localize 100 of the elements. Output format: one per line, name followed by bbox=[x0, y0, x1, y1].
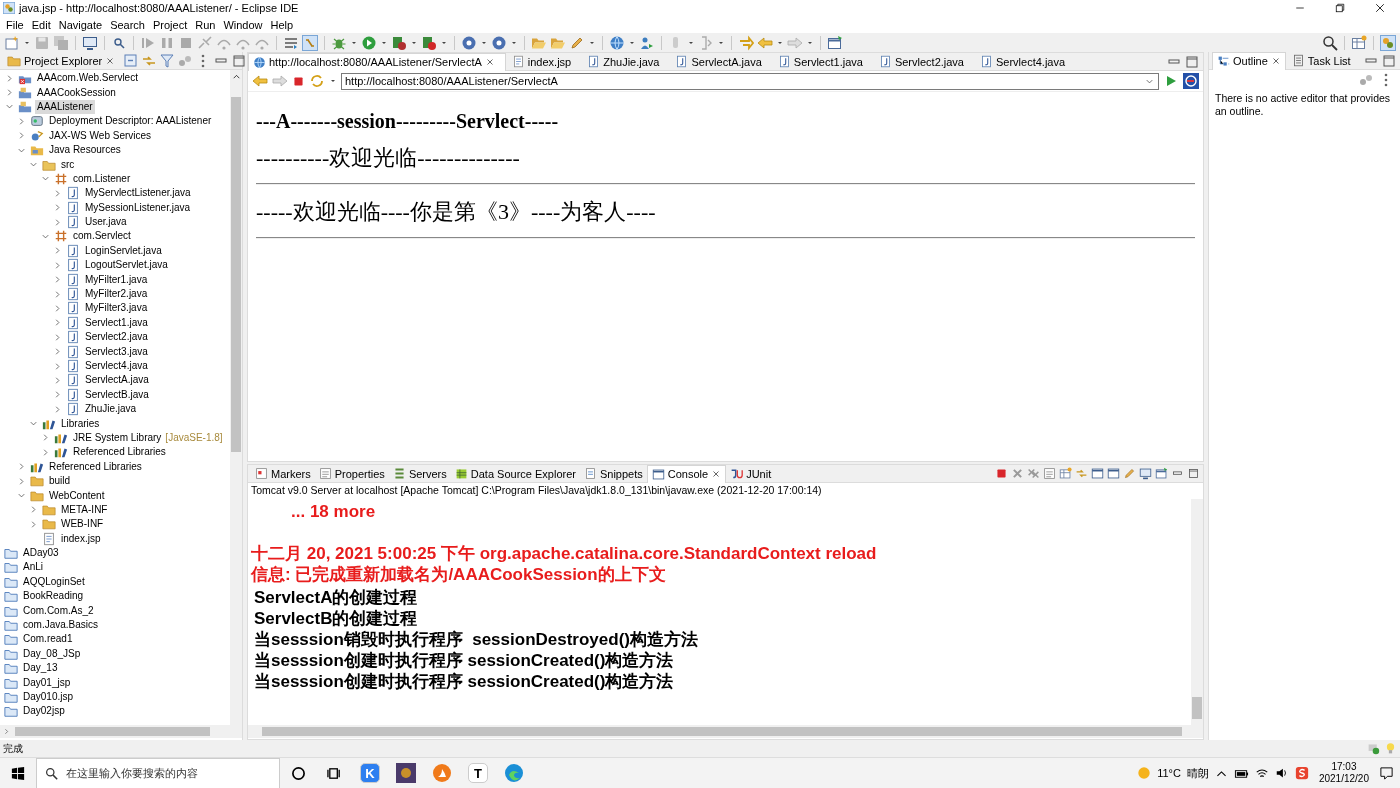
view-tab[interactable]: Snippets bbox=[579, 464, 647, 483]
menu-item[interactable]: Project bbox=[149, 18, 192, 31]
editor-tab[interactable]: http://localhost:8080/AAAListener/ServlectA bbox=[248, 52, 506, 71]
editor-tab[interactable]: ServlectA.java bbox=[671, 52, 772, 71]
menu-item[interactable]: Help bbox=[266, 18, 298, 31]
search-field[interactable]: 在这里输入你要搜索的内容 bbox=[36, 757, 280, 788]
tree-item[interactable]: com.Servlect bbox=[71, 229, 133, 244]
tree-item[interactable]: ServlectA.java bbox=[83, 373, 151, 388]
scrollbar[interactable] bbox=[248, 725, 1203, 738]
tree-item[interactable]: MyFilter3.java bbox=[83, 301, 150, 316]
tree-item[interactable]: META-INF bbox=[59, 502, 110, 517]
address-field[interactable]: http://localhost:8080/AAAListener/ServlectA bbox=[341, 72, 1159, 90]
tree-item[interactable]: Day_08_JSp bbox=[21, 646, 83, 661]
menu-item[interactable]: File bbox=[2, 18, 28, 31]
run-icon[interactable] bbox=[361, 34, 377, 51]
app-icon[interactable] bbox=[396, 763, 416, 783]
tree-item[interactable]: MyFilter1.java bbox=[83, 272, 150, 287]
circle-icon[interactable] bbox=[290, 765, 306, 781]
tree-item[interactable]: AnLi bbox=[21, 560, 45, 575]
menu-item[interactable]: Edit bbox=[27, 18, 55, 31]
editor-tab[interactable]: Servlect1.java bbox=[773, 52, 873, 71]
app-icon[interactable]: T bbox=[468, 763, 488, 783]
view-tab[interactable]: Task List bbox=[1287, 51, 1355, 70]
tree-item[interactable]: Day02jsp bbox=[21, 704, 67, 719]
scrollbar[interactable] bbox=[230, 70, 242, 725]
tree-item[interactable]: BookReading bbox=[21, 589, 86, 604]
app-icon[interactable]: K bbox=[360, 763, 380, 783]
browser-icon[interactable] bbox=[504, 763, 524, 783]
tree-item[interactable]: User.java bbox=[83, 215, 129, 230]
view-tab[interactable]: Properties bbox=[314, 464, 389, 483]
menu-item[interactable]: Search bbox=[106, 18, 149, 31]
save-all-icon[interactable] bbox=[53, 34, 69, 51]
search-icon[interactable] bbox=[1322, 34, 1338, 51]
tree-item[interactable]: Day01_jsp bbox=[21, 675, 73, 690]
tree-item[interactable]: LogoutServlet.java bbox=[83, 258, 170, 273]
view-tab[interactable]: JUnit bbox=[726, 464, 776, 483]
scroll-up-icon[interactable] bbox=[231, 72, 241, 81]
menu-item[interactable]: Window bbox=[219, 18, 267, 31]
maximize-icon[interactable] bbox=[231, 52, 248, 69]
tree-item[interactable]: MySessionListener.java bbox=[83, 200, 193, 215]
editor-tab[interactable]: Servlect4.java bbox=[976, 52, 1076, 71]
tree-item[interactable]: Libraries bbox=[59, 416, 102, 431]
jump-icon[interactable] bbox=[738, 34, 754, 51]
new-window-icon[interactable] bbox=[827, 34, 843, 51]
refresh-icon[interactable] bbox=[309, 73, 325, 89]
tree-item[interactable]: AAACookSession bbox=[35, 85, 118, 100]
tree-item[interactable]: Servlect1.java bbox=[83, 315, 150, 330]
tree-item[interactable]: Java Resources bbox=[47, 143, 123, 158]
monitor-icon[interactable] bbox=[82, 34, 98, 51]
tree-item[interactable]: AAAListener bbox=[35, 99, 95, 114]
task-view-icon[interactable] bbox=[326, 765, 342, 781]
new-icon[interactable] bbox=[4, 34, 20, 51]
scrollbar[interactable] bbox=[1191, 499, 1203, 725]
editor-tab[interactable]: Servlect2.java bbox=[874, 52, 974, 71]
server-icon[interactable] bbox=[391, 34, 407, 51]
windows-logo-icon[interactable] bbox=[11, 766, 25, 780]
tree-item[interactable]: com.Listener bbox=[71, 171, 133, 186]
tree-item[interactable]: MyServlectListener.java bbox=[83, 186, 193, 201]
editor-tab[interactable]: ZhuJie.java bbox=[583, 52, 670, 71]
tree-item[interactable]: Deployment Descriptor: AAAListener bbox=[47, 114, 214, 129]
perspective-icon[interactable] bbox=[1380, 34, 1396, 51]
tree-item[interactable]: Com.read1 bbox=[21, 632, 75, 647]
open-perspective-icon[interactable] bbox=[1351, 34, 1367, 51]
tree-item[interactable]: Com.Com.As_2 bbox=[21, 603, 96, 618]
maximize-icon[interactable] bbox=[1184, 53, 1200, 70]
maximize-icon[interactable] bbox=[1187, 467, 1200, 480]
tree-item[interactable]: Servlect2.java bbox=[83, 330, 150, 345]
view-tab[interactable]: Servers bbox=[388, 464, 451, 483]
view-tab[interactable]: Console bbox=[646, 464, 727, 483]
tree-item[interactable]: AAAcom.Web.Servlect bbox=[35, 71, 140, 86]
tree-item[interactable]: JRE System Library bbox=[71, 430, 164, 445]
tree-item[interactable]: Day010.jsp bbox=[21, 690, 76, 704]
tree-item[interactable]: AQQLoginSet bbox=[21, 574, 87, 589]
app-icon[interactable] bbox=[432, 763, 452, 783]
collapse-all-icon[interactable] bbox=[123, 52, 140, 69]
remove-icon[interactable] bbox=[1011, 467, 1024, 480]
tree-item[interactable]: index.jsp bbox=[59, 531, 103, 546]
save-icon[interactable] bbox=[34, 34, 50, 51]
tree-item[interactable]: MyFilter2.java bbox=[83, 287, 150, 302]
back-icon[interactable] bbox=[757, 34, 773, 51]
app-icon[interactable] bbox=[1294, 766, 1309, 780]
tree-item[interactable]: ServlectB.java bbox=[83, 387, 151, 402]
tree-item[interactable]: Referenced Libraries bbox=[71, 445, 168, 460]
remove-all-icon[interactable] bbox=[1027, 467, 1040, 480]
view-tab[interactable]: Markers bbox=[251, 464, 315, 483]
tree-item[interactable]: com.Java.Basics bbox=[21, 618, 101, 633]
link-icon[interactable] bbox=[302, 34, 318, 51]
restore-icon[interactable] bbox=[1334, 2, 1346, 14]
tree-item[interactable]: JAX-WS Web Services bbox=[47, 128, 154, 143]
tree-item[interactable]: WebContent bbox=[47, 488, 107, 503]
scroll-left-icon[interactable] bbox=[2, 727, 11, 736]
back-icon[interactable] bbox=[252, 73, 268, 89]
view-tab[interactable]: Data Source Explorer bbox=[450, 464, 580, 483]
menu-item[interactable]: Navigate bbox=[54, 18, 107, 31]
tree-item[interactable]: src bbox=[59, 157, 77, 172]
menu-item[interactable]: Run bbox=[191, 18, 220, 31]
close-icon[interactable] bbox=[1374, 2, 1386, 14]
maximize-icon[interactable] bbox=[1381, 52, 1397, 69]
tree-item[interactable]: build bbox=[47, 474, 73, 489]
tree-item[interactable]: Servlect3.java bbox=[83, 344, 150, 359]
